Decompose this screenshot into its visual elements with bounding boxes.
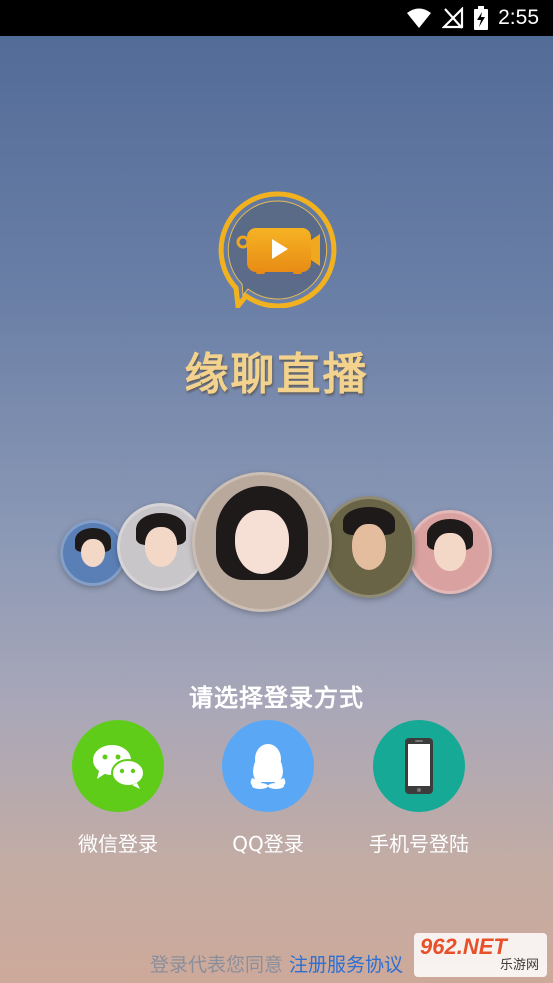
video-chat-logo-icon [218,191,337,308]
qq-icon-circle[interactable] [222,720,314,812]
wifi-icon [407,8,432,28]
qq-login-button[interactable]: QQ登录 [188,720,348,857]
watermark-logo: 962.NET 乐游网 [414,933,547,977]
wechat-login-label: 微信登录 [78,832,158,856]
avatar [192,472,332,612]
battery-charging-icon [474,6,489,30]
qq-penguin-icon [250,744,286,789]
avatar-strip [0,470,553,620]
wechat-icon-circle[interactable] [72,720,164,812]
avatar [323,496,415,598]
app-title: 缘聊直播 [184,349,369,400]
phone-login-button[interactable]: 手机号登陆 [339,720,499,857]
service-agreement-link[interactable]: 注册服务协议 [289,954,403,976]
watermark-brand: 962.NET [420,934,507,959]
wechat-icon [93,745,145,789]
avatar [408,510,492,594]
phone-login-label: 手机号登陆 [369,832,469,856]
login-prompt: 请选择登录方式 [189,684,364,712]
watermark-name: 乐游网 [499,958,539,973]
status-bar: 2:55 [0,0,553,36]
phone-icon-circle[interactable] [373,720,465,812]
agreement-prefix: 登录代表您同意 [149,954,283,976]
no-signal-icon [442,7,464,29]
qq-login-label: QQ登录 [232,832,304,856]
status-time: 2:55 [498,6,539,29]
avatar [60,520,126,586]
wechat-login-button[interactable]: 微信登录 [38,720,198,857]
phone-icon [405,738,433,794]
